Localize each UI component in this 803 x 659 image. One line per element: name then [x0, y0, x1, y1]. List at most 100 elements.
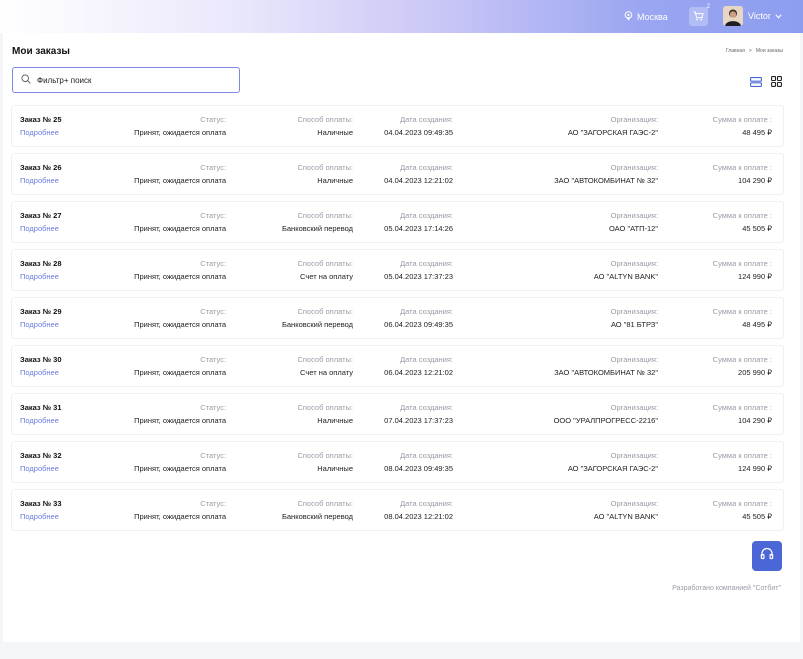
created-label: Дата создания:: [400, 355, 453, 364]
order-details-link[interactable]: Подробнее: [20, 222, 61, 235]
status-value: Принят, ожидается оплата: [134, 272, 226, 281]
order-payment-cell: Способ оплаты: Банковский перевод: [282, 497, 353, 523]
order-row: Заказ № 32 Подробнее Статус: Принят, ожидае…: [12, 442, 783, 482]
order-date-cell: Дата создания: 08.04.2023 09:49:35: [384, 449, 453, 475]
status-label: Статус:: [200, 307, 226, 316]
order-details-link[interactable]: Подробнее: [20, 270, 61, 283]
payment-value: Банковский перевод: [281, 224, 353, 233]
order-details-link[interactable]: Подробнее: [20, 414, 61, 427]
order-date-cell: Дата создания: 05.04.2023 17:37:23: [384, 257, 453, 283]
status-label: Статус:: [200, 403, 226, 412]
support-button[interactable]: [752, 541, 782, 571]
status-value: Принят, ожидается оплата: [134, 416, 226, 425]
organization-label: Организация:: [610, 499, 658, 508]
order-org-cell: Организация: АО "ALTYN BANK": [594, 257, 658, 283]
order-details-link[interactable]: Подробнее: [20, 510, 61, 523]
created-label: Дата создания:: [400, 211, 453, 220]
payment-label: Способ оплаты:: [297, 307, 353, 316]
order-payment-cell: Способ оплаты: Наличные: [297, 449, 353, 475]
organization-label: Организация:: [610, 163, 658, 172]
organization-value: ЗАО "АВТОКОМБИНАТ № 32": [554, 368, 658, 377]
breadcrumb-home[interactable]: Главная: [726, 48, 745, 54]
order-org-cell: Организация: АО "81 БТРЗ": [611, 305, 658, 331]
order-sum-cell: Сумма к оплате : 104 290 ₽: [713, 161, 772, 187]
order-id-cell: Заказ № 32 Подробнее: [20, 449, 61, 475]
cart-button[interactable]: 2: [689, 4, 710, 26]
sum-value: 48 495 ₽: [742, 320, 772, 329]
order-status-cell: Статус: Принят, ожидается оплата: [134, 497, 226, 523]
payment-value: Банковский перевод: [281, 512, 353, 521]
payment-value: Счет на оплату: [300, 272, 353, 281]
order-id-cell: Заказ № 33 Подробнее: [20, 497, 61, 523]
order-sum-cell: Сумма к оплате : 45 505 ₽: [713, 497, 772, 523]
order-number: Заказ № 29: [20, 307, 62, 316]
order-org-cell: Организация: АО "ЗАГОРСКАЯ ГАЭС-2": [568, 113, 658, 139]
created-label: Дата создания:: [400, 307, 453, 316]
status-value: Принят, ожидается оплата: [134, 368, 226, 377]
organization-value: АО "ALTYN BANK": [593, 512, 658, 521]
order-details-link[interactable]: Подробнее: [20, 462, 61, 475]
created-label: Дата создания:: [400, 499, 453, 508]
order-status-cell: Статус: Принят, ожидается оплата: [134, 305, 226, 331]
city-selector[interactable]: Москва: [624, 11, 668, 23]
top-bar: Москва 2 Victor: [0, 0, 803, 33]
status-label: Статус:: [200, 259, 226, 268]
order-payment-cell: Способ оплаты: Банковский перевод: [282, 305, 353, 331]
avatar[interactable]: [723, 6, 743, 26]
organization-value: ООО "УРАЛПРОГРЕСС-2216": [553, 416, 658, 425]
order-org-cell: Организация: ОАО "АТП-12": [609, 209, 658, 235]
orders-list: Заказ № 25 Подробнее Статус: Принят, ожидае…: [12, 106, 783, 538]
list-view-icon[interactable]: [750, 74, 762, 92]
view-toggle: [750, 74, 782, 92]
created-label: Дата создания:: [400, 259, 453, 268]
breadcrumb-current: Мои заказы: [755, 48, 783, 54]
order-status-cell: Статус: Принят, ожидается оплата: [134, 257, 226, 283]
search-icon: [21, 71, 31, 89]
order-id-cell: Заказ № 25 Подробнее: [20, 113, 61, 139]
order-details-link[interactable]: Подробнее: [20, 318, 61, 331]
order-date-cell: Дата создания: 04.04.2023 12:21:02: [384, 161, 453, 187]
order-details-link[interactable]: Подробнее: [20, 366, 61, 379]
order-id-cell: Заказ № 29 Подробнее: [20, 305, 61, 331]
created-label: Дата создания:: [400, 163, 453, 172]
payment-label: Способ оплаты:: [297, 115, 353, 124]
order-number: Заказ № 27: [20, 211, 62, 220]
order-payment-cell: Способ оплаты: Банковский перевод: [282, 209, 353, 235]
created-value: 07.04.2023 17:37:23: [384, 416, 453, 425]
headphones-icon: [760, 547, 774, 565]
order-status-cell: Статус: Принят, ожидается оплата: [134, 209, 226, 235]
sum-label: Сумма к оплате :: [712, 307, 772, 316]
order-payment-cell: Способ оплаты: Счет на оплату: [297, 257, 353, 283]
status-label: Статус:: [200, 115, 226, 124]
payment-label: Способ оплаты:: [297, 259, 353, 268]
sum-value: 205 990 ₽: [738, 368, 772, 377]
organization-label: Организация:: [610, 211, 658, 220]
order-date-cell: Дата создания: 06.04.2023 12:21:02: [384, 353, 453, 379]
order-details-link[interactable]: Подробнее: [20, 174, 61, 187]
search-box[interactable]: [12, 67, 240, 93]
search-input[interactable]: [37, 75, 227, 85]
payment-value: Наличные: [317, 464, 353, 473]
order-sum-cell: Сумма к оплате : 124 990 ₽: [713, 449, 772, 475]
status-label: Статус:: [200, 499, 226, 508]
payment-label: Способ оплаты:: [297, 451, 353, 460]
created-value: 08.04.2023 12:21:02: [384, 512, 453, 521]
sum-value: 104 290 ₽: [738, 176, 772, 185]
status-label: Статус:: [200, 163, 226, 172]
created-value: 04.04.2023 09:49:35: [384, 128, 453, 137]
order-details-link[interactable]: Подробнее: [20, 126, 61, 139]
grid-view-icon[interactable]: [771, 74, 782, 92]
user-name: Victor: [748, 11, 771, 21]
order-row: Заказ № 25 Подробнее Статус: Принят, ожидае…: [12, 106, 783, 146]
order-org-cell: Организация: ЗАО "АВТОКОМБИНАТ № 32": [554, 353, 658, 379]
organization-value: АО "ЗАГОРСКАЯ ГАЭС-2": [567, 464, 658, 473]
user-menu[interactable]: Victor: [748, 11, 782, 21]
order-row: Заказ № 26 Подробнее Статус: Принят, ожидае…: [12, 154, 783, 194]
order-number: Заказ № 32: [20, 451, 62, 460]
cart-count-badge: 2: [706, 4, 710, 10]
order-id-cell: Заказ № 27 Подробнее: [20, 209, 61, 235]
payment-value: Наличные: [317, 128, 353, 137]
payment-value: Счет на оплату: [300, 368, 353, 377]
created-label: Дата создания:: [400, 115, 453, 124]
order-org-cell: Организация: ООО "УРАЛПРОГРЕСС-2216": [554, 401, 658, 427]
